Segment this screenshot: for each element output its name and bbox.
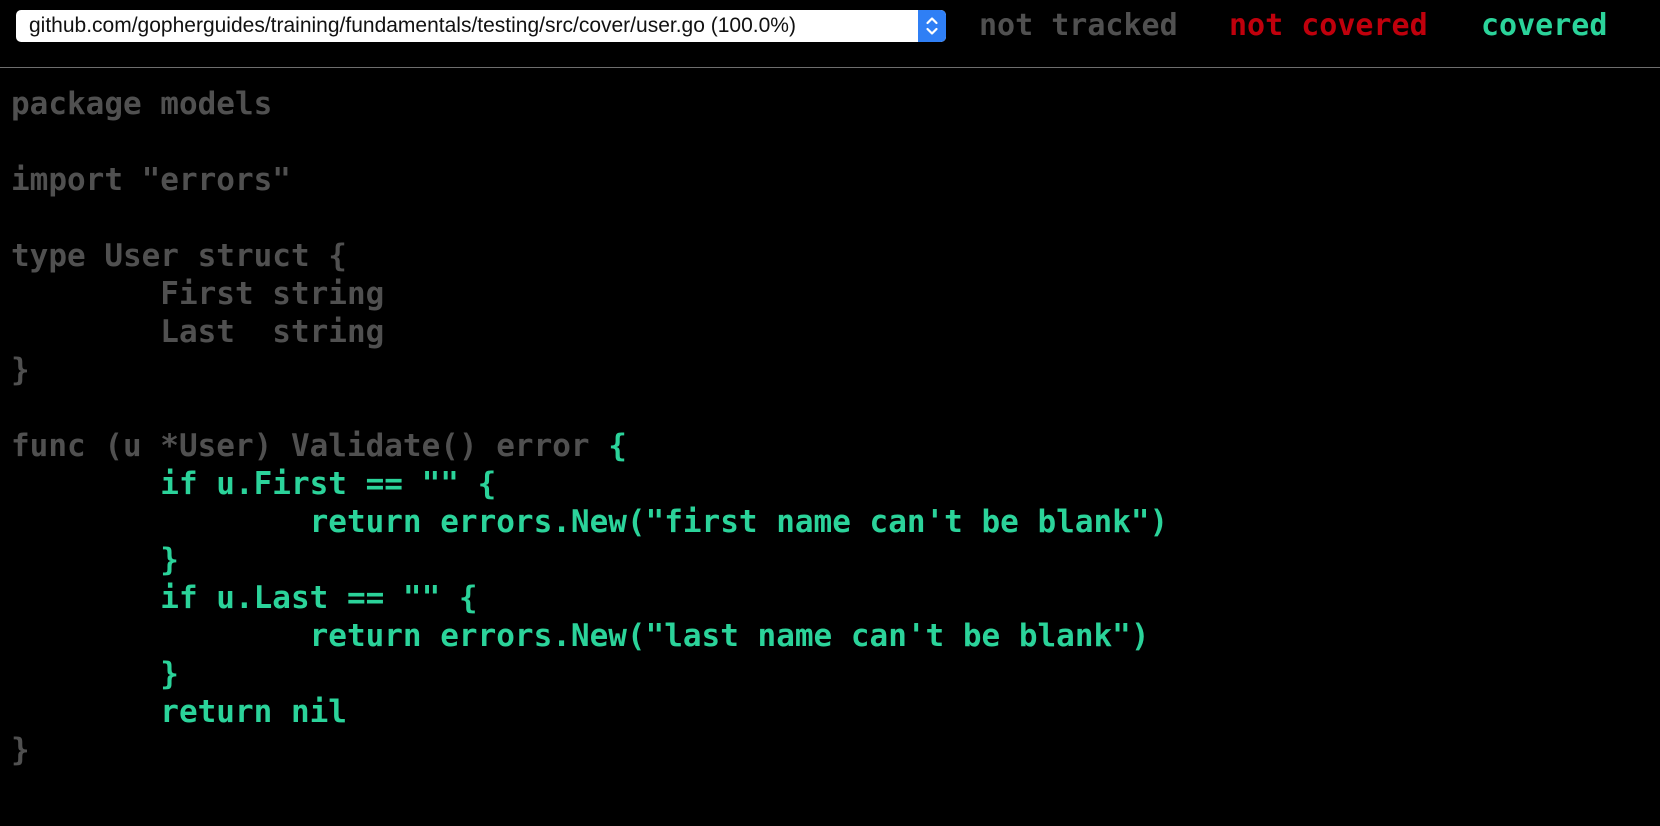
- code-segment-covered: return errors.New("first name can't be b…: [11, 504, 1169, 540]
- code-line: return errors.New("first name can't be b…: [11, 503, 1169, 541]
- code-line: if u.Last == "" {: [11, 579, 1168, 617]
- code-line: First string: [11, 275, 1168, 313]
- code-segment-covered: if u.First == "" {: [11, 466, 497, 502]
- code-segment-not-tracked: func (u *User) Validate() error: [11, 428, 609, 464]
- legend-covered: covered: [1481, 8, 1608, 43]
- code-segment-not-tracked: }: [11, 352, 30, 388]
- code-line: return nil: [11, 693, 1168, 731]
- code-segment-not-tracked: First string: [11, 276, 385, 312]
- code-line: return errors.New("last name can't be bl…: [11, 617, 1168, 655]
- code-segment-covered: }: [11, 542, 179, 578]
- code-segment-not-tracked: type User struct {: [11, 238, 347, 274]
- code-line: import "errors": [11, 161, 1168, 199]
- legend-not-tracked: not tracked: [979, 8, 1178, 43]
- code-line: Last string: [11, 313, 1168, 351]
- code-segment-not-tracked: Last string: [11, 314, 385, 350]
- code-line: }: [11, 731, 1168, 769]
- code-line: type User struct {: [11, 237, 1168, 275]
- code-segment-covered: return nil: [11, 694, 347, 730]
- select-updown-icon[interactable]: [918, 10, 946, 42]
- file-select-dropdown[interactable]: github.com/gopherguides/training/fundame…: [16, 10, 946, 42]
- source-code-view: package models import "errors" type User…: [11, 85, 1168, 769]
- code-segment-not-tracked: }: [11, 732, 30, 768]
- coverage-toolbar: github.com/gopherguides/training/fundame…: [0, 0, 1660, 68]
- legend-not-covered: not covered: [1229, 8, 1428, 43]
- code-line: }: [11, 655, 1168, 693]
- code-segment-covered: {: [608, 428, 627, 464]
- code-line: }: [11, 541, 1168, 579]
- file-select-value: github.com/gopherguides/training/fundame…: [29, 14, 796, 37]
- code-line: }: [11, 351, 1168, 389]
- code-segment-covered: return errors.New("last name can't be bl…: [11, 618, 1150, 654]
- code-segment-covered: if u.Last == "" {: [11, 580, 478, 616]
- code-line: package models: [11, 85, 1168, 123]
- code-line: func (u *User) Validate() error {: [11, 427, 1168, 465]
- code-segment-covered: }: [11, 656, 179, 692]
- code-segment-not-tracked: package models: [11, 86, 273, 122]
- code-line: if u.First == "" {: [11, 465, 1168, 503]
- code-segment-not-tracked: import "errors": [11, 162, 291, 198]
